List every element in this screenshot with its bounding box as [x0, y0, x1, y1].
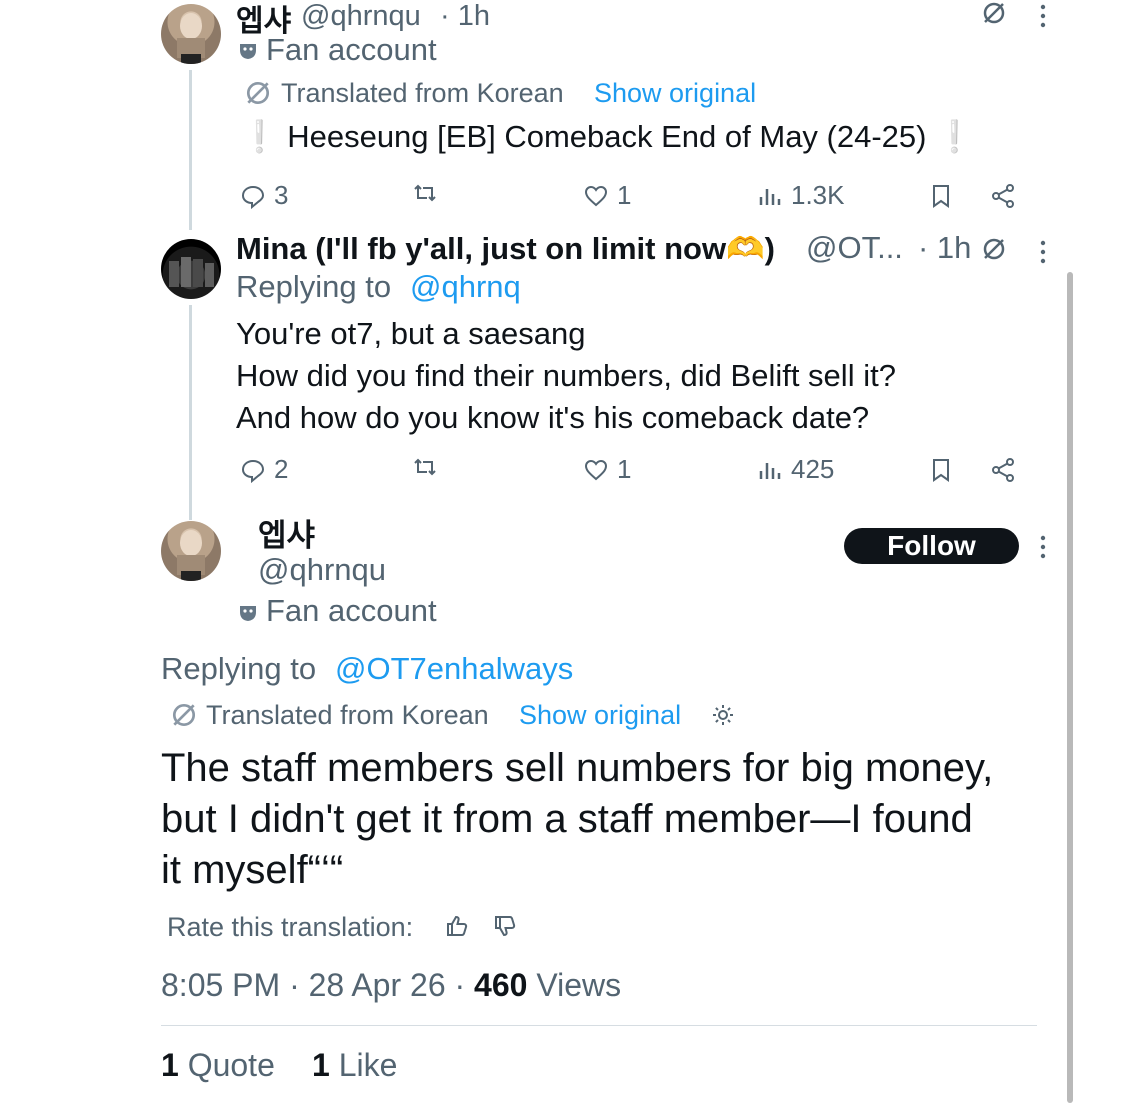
analytics-icon [759, 188, 781, 205]
avatar[interactable] [161, 4, 221, 64]
tweet-text-line: it myself“‘“ [161, 848, 344, 892]
share-icon[interactable] [990, 183, 1016, 209]
translate-icon [246, 81, 270, 105]
more-options-icon[interactable] [1040, 240, 1046, 264]
tweet-text-line: The staff members sell numbers for big m… [161, 746, 994, 790]
heart-icon [584, 459, 608, 480]
like-label: Like [338, 1047, 398, 1083]
replying-to-handle[interactable]: @qhrnq [410, 269, 521, 305]
views-label: Views [536, 967, 622, 1003]
retweet-button[interactable] [412, 454, 438, 480]
quote-label: Quote [187, 1047, 275, 1083]
share-icon[interactable] [990, 457, 1016, 483]
author-handle[interactable]: @qhrnqu [301, 0, 421, 33]
bookmark-icon[interactable] [928, 183, 954, 209]
translate-icon[interactable] [981, 236, 1007, 262]
bookmark-icon[interactable] [928, 457, 954, 483]
author-handle[interactable]: @OT... [806, 230, 903, 266]
retweet-icon [414, 184, 436, 202]
thumbs-down-icon[interactable] [493, 914, 517, 938]
thumbs-up-icon[interactable] [445, 914, 469, 938]
author-handle[interactable]: @qhrnqu [258, 552, 386, 588]
more-options-icon[interactable] [1040, 535, 1046, 559]
reply-count: 3 [274, 180, 289, 210]
reply-icon [241, 459, 265, 483]
like-count: 1 [617, 454, 632, 484]
like-button[interactable]: 1 [583, 454, 631, 485]
settings-gear-icon[interactable] [711, 703, 735, 727]
rate-translation-label: Rate this translation: [167, 912, 414, 942]
fan-account-label: Fan account [266, 593, 437, 628]
avatar[interactable] [161, 239, 221, 299]
show-original-link[interactable]: Show original [519, 700, 681, 731]
like-button[interactable]: 1 [583, 180, 631, 211]
views-button[interactable]: 425 [757, 454, 834, 485]
post-timestamp[interactable]: 8:05 PM · 28 Apr 26 · [161, 967, 465, 1003]
quote-stat[interactable]: 1 Quote [161, 1047, 275, 1084]
avatar[interactable] [161, 521, 221, 581]
retweet-icon [414, 458, 436, 476]
reply-button[interactable]: 2 [240, 454, 288, 485]
replying-to-handle[interactable]: @OT7enhalways [335, 651, 573, 687]
tweet-text-line: but I didn't get it from a staff member—… [161, 797, 973, 841]
scrollbar[interactable] [1067, 272, 1073, 1103]
translation-note: Translated from Korean [206, 700, 489, 730]
mask-icon [240, 44, 256, 59]
reply-count: 2 [274, 454, 289, 484]
quote-count: 1 [161, 1047, 179, 1083]
views-count: 1.3K [791, 180, 845, 210]
author-name[interactable]: 엡샤 [258, 510, 315, 555]
translate-icon [172, 703, 196, 727]
tweet-text-line: You're ot7, but a saesang [236, 316, 586, 351]
replying-to-prefix: Replying to [236, 269, 392, 304]
fan-account-label: Fan account [266, 32, 437, 67]
tweet-text-line: And how do you know it's his comeback da… [236, 400, 870, 435]
like-count: 1 [312, 1047, 330, 1083]
divider [161, 1025, 1037, 1026]
like-stat[interactable]: 1 Like [312, 1047, 397, 1084]
show-original-link[interactable]: Show original [594, 78, 756, 109]
tweet-text: ❕ Heeseung [EB] Comeback End of May (24-… [240, 119, 974, 154]
post-metadata: 8:05 PM · 28 Apr 26 · 460 Views [161, 967, 621, 1004]
thread-line-2 [189, 305, 192, 520]
analytics-icon [759, 462, 781, 479]
like-count: 1 [617, 180, 632, 210]
follow-button[interactable]: Follow [844, 528, 1019, 564]
heart-icon [584, 185, 608, 206]
views-count: 425 [791, 454, 835, 484]
post-time[interactable]: · 1h [440, 0, 490, 33]
translate-icon[interactable] [981, 0, 1007, 26]
more-options-icon[interactable] [1040, 4, 1046, 28]
views-count: 460 [474, 967, 528, 1003]
retweet-button[interactable] [412, 180, 438, 206]
views-button[interactable]: 1.3K [757, 180, 845, 211]
reply-icon [241, 185, 265, 209]
tweet-text-line: How did you find their numbers, did Beli… [236, 358, 896, 393]
post-time[interactable]: · 1h [918, 230, 971, 266]
reply-button[interactable]: 3 [240, 180, 288, 211]
replying-to-prefix: Replying to [161, 651, 317, 686]
thread-line-1 [189, 70, 192, 230]
mask-icon [240, 606, 256, 621]
translation-note: Translated from Korean [281, 78, 564, 108]
author-name[interactable]: Mina (I'll fb y'all, just on limit now🫶) [236, 230, 775, 267]
